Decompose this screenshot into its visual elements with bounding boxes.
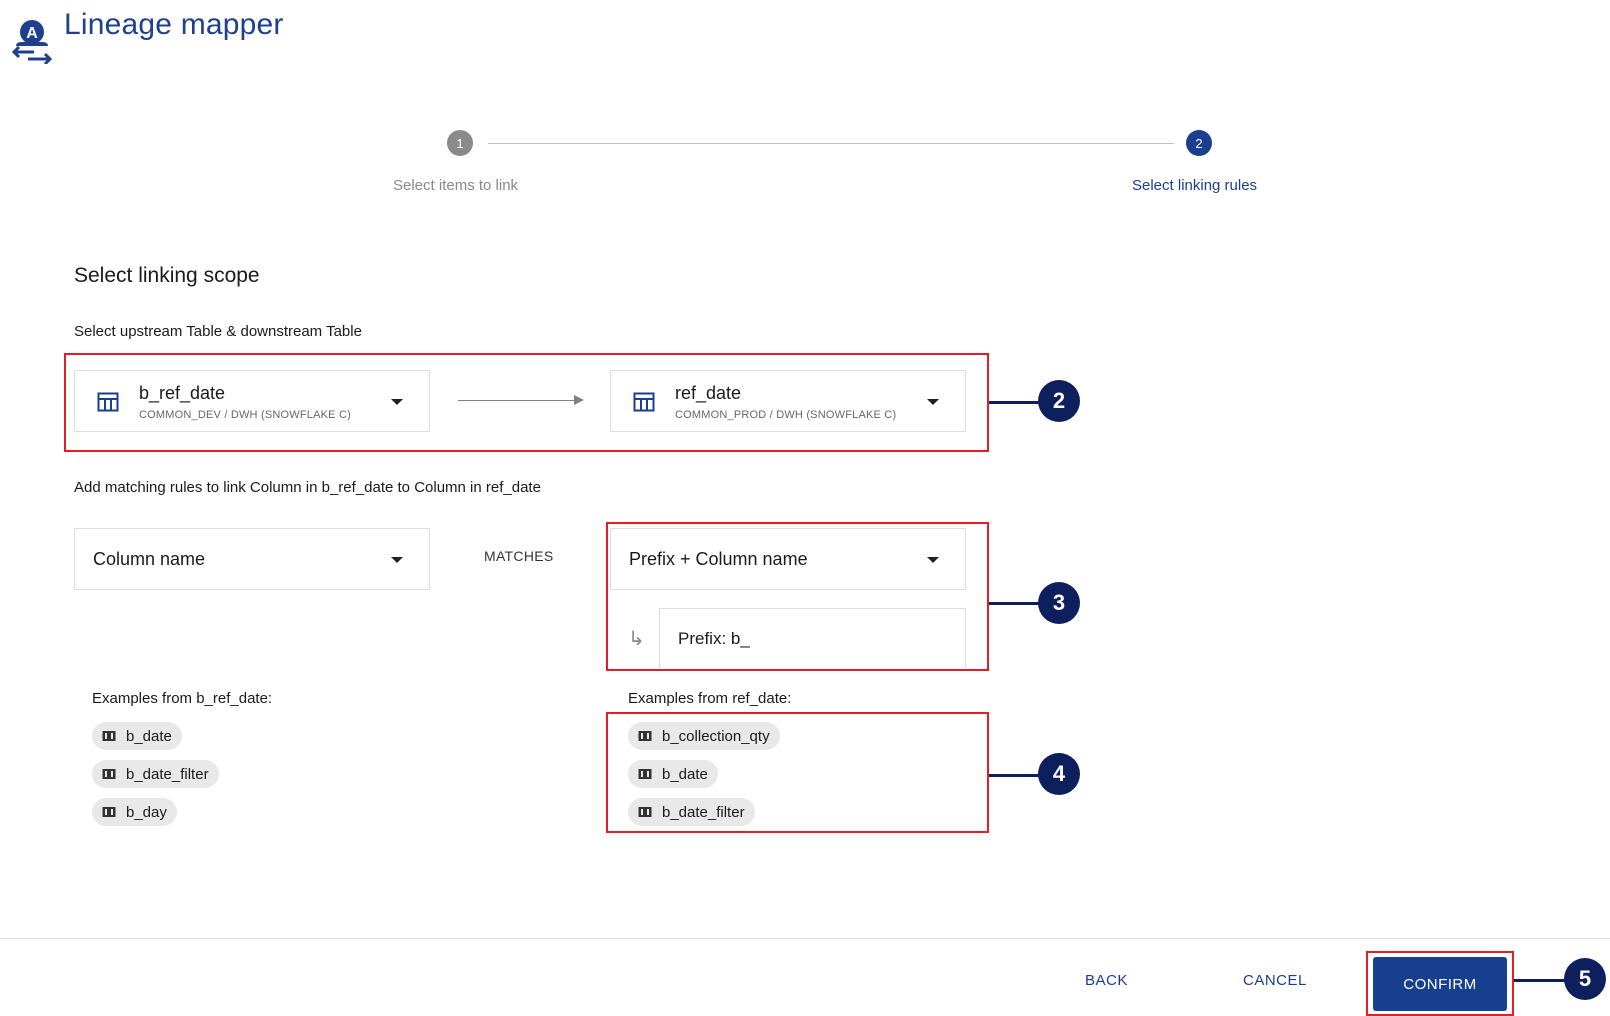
column-icon bbox=[102, 807, 116, 817]
annotation-box-3 bbox=[606, 522, 989, 671]
annotation-box-5 bbox=[1366, 951, 1514, 1016]
examples-right-label: Examples from ref_date: bbox=[628, 690, 792, 707]
annotation-connector-5 bbox=[1514, 979, 1566, 982]
example-chip: b_day bbox=[92, 798, 177, 826]
example-chip-label: b_date bbox=[126, 727, 172, 745]
annotation-badge-3: 3 bbox=[1038, 582, 1080, 624]
annotation-box-2 bbox=[64, 353, 989, 452]
matches-label: MATCHES bbox=[484, 548, 554, 564]
annotation-connector-4 bbox=[989, 774, 1039, 777]
logo-letter: A bbox=[26, 25, 38, 42]
app-header: A bbox=[10, 16, 54, 64]
section-title: Select linking scope bbox=[74, 264, 260, 287]
example-chip: b_date bbox=[92, 722, 182, 750]
upstream-hint: Select upstream Table & downstream Table bbox=[74, 323, 362, 340]
step-2-label[interactable]: Select linking rules bbox=[1132, 177, 1257, 194]
lineage-logo-icon: A bbox=[11, 20, 53, 64]
chevron-down-icon[interactable] bbox=[391, 557, 403, 563]
annotation-badge-2: 2 bbox=[1038, 380, 1080, 422]
annotation-connector-3 bbox=[989, 602, 1039, 605]
example-chip-label: b_day bbox=[126, 803, 167, 821]
example-chip-label: b_date_filter bbox=[126, 765, 209, 783]
column-icon bbox=[102, 769, 116, 779]
back-button[interactable]: BACK bbox=[1085, 972, 1128, 989]
example-chip: b_date_filter bbox=[92, 760, 219, 788]
rules-hint: Add matching rules to link Column in b_r… bbox=[74, 479, 541, 496]
step-2-circle[interactable]: 2 bbox=[1186, 130, 1212, 156]
column-icon bbox=[102, 731, 116, 741]
left-rule-select[interactable]: Column name bbox=[74, 528, 430, 590]
left-rule-value: Column name bbox=[93, 549, 206, 569]
annotation-box-4 bbox=[606, 712, 989, 833]
app-title: Lineage mapper bbox=[64, 8, 284, 41]
examples-left-label: Examples from b_ref_date: bbox=[92, 690, 273, 707]
annotation-connector-2 bbox=[989, 401, 1039, 404]
footer-divider bbox=[0, 938, 1610, 939]
stepper-connector bbox=[488, 143, 1174, 144]
cancel-button[interactable]: CANCEL bbox=[1243, 972, 1307, 989]
step-1-label[interactable]: Select items to link bbox=[393, 177, 518, 194]
annotation-badge-4: 4 bbox=[1038, 753, 1080, 795]
annotation-badge-5: 5 bbox=[1564, 958, 1606, 1000]
step-1-circle[interactable]: 1 bbox=[447, 130, 473, 156]
